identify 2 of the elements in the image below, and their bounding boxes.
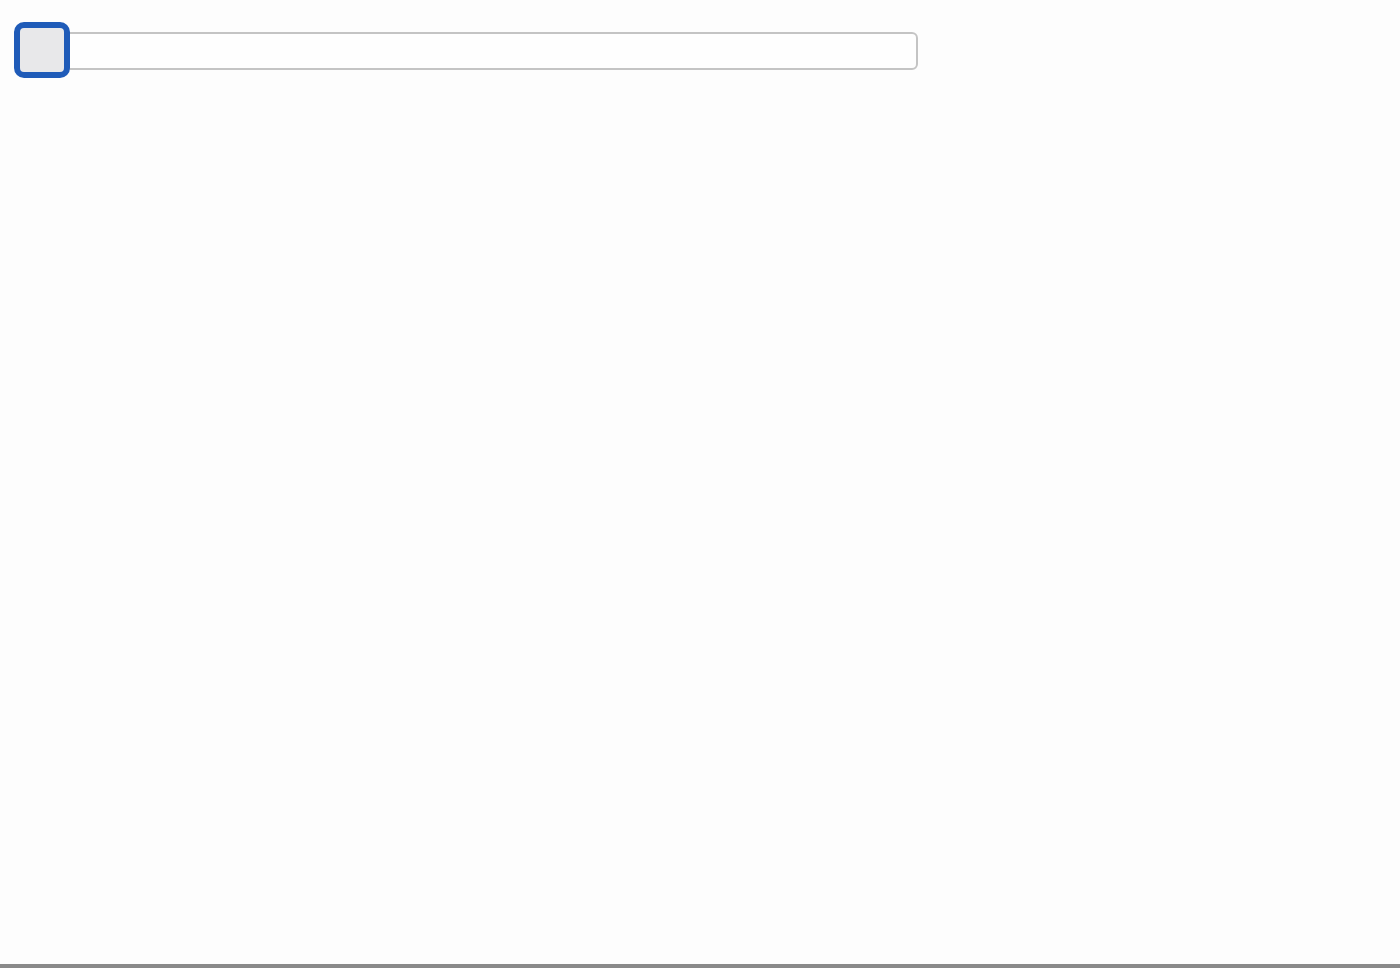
slider-thumb[interactable] bbox=[14, 22, 70, 78]
slider[interactable] bbox=[14, 22, 918, 78]
